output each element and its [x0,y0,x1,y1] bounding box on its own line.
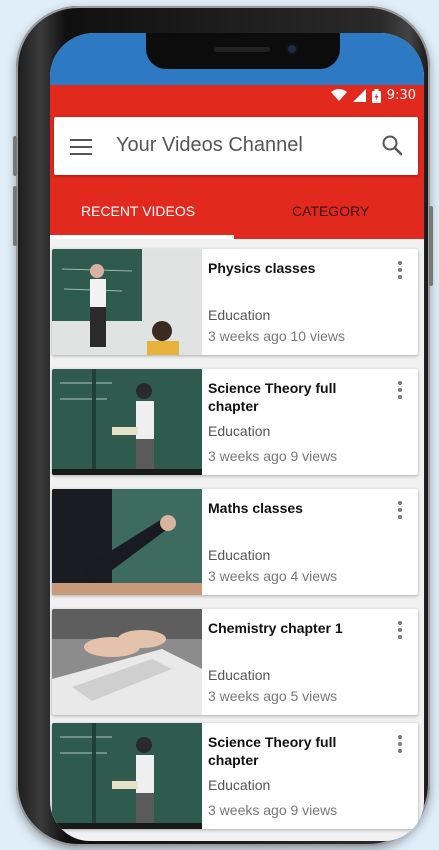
speaker-grille [214,47,270,52]
video-views: 10 views [290,328,345,344]
signal-icon [352,89,366,102]
tab-indicator [50,235,234,239]
app-title: Your Videos Channel [116,134,303,156]
video-thumbnail[interactable] [52,609,202,715]
video-meta: 3 weeks ago 5 views [208,688,337,704]
screen-top-area [50,33,424,85]
video-age: 3 weeks ago [208,328,287,344]
power-button [429,206,433,286]
wifi-icon [330,89,347,101]
video-card[interactable]: Physics classes Education 3 weeks ago 10… [52,249,418,355]
video-meta: 3 weeks ago 9 views [208,448,337,464]
video-category: Education [208,547,271,563]
video-thumbnail[interactable] [52,369,202,475]
hamburger-menu-icon[interactable] [70,139,92,155]
video-thumbnail[interactable] [52,489,202,595]
front-camera [286,43,298,55]
search-icon[interactable] [380,133,404,157]
video-category: Education [208,777,271,793]
video-title[interactable]: Science Theory full chapter [208,733,376,769]
battery-icon [371,88,381,103]
video-title[interactable]: Maths classes [208,499,376,517]
video-age: 3 weeks ago [208,688,287,704]
video-card[interactable]: Chemistry chapter 1 Education 3 weeks ag… [52,609,418,715]
notch [146,33,340,69]
video-views: 4 views [290,568,338,584]
video-views: 5 views [290,688,338,704]
video-meta: 3 weeks ago 9 views [208,802,337,818]
video-title[interactable]: Science Theory full chapter [208,379,376,415]
more-options-icon[interactable] [398,501,402,519]
video-category: Education [208,423,271,439]
more-options-icon[interactable] [398,381,402,399]
video-title[interactable]: Chemistry chapter 1 [208,619,376,637]
video-meta: 3 weeks ago 10 views [208,328,345,344]
more-options-icon[interactable] [398,735,402,753]
volume-button [13,136,17,176]
video-category: Education [208,667,271,683]
tab-category[interactable]: CATEGORY [292,203,369,219]
video-thumbnail[interactable] [52,249,202,355]
video-age: 3 weeks ago [208,568,287,584]
video-thumbnail[interactable] [52,723,202,829]
video-meta: 3 weeks ago 4 views [208,568,337,584]
phone-frame: 9:30 Your Videos Channel RECENT VIDEOS C… [13,6,433,846]
status-bar: 9:30 [50,85,424,109]
phone-screen: 9:30 Your Videos Channel RECENT VIDEOS C… [50,33,424,841]
video-age: 3 weeks ago [208,448,287,464]
more-options-icon[interactable] [398,261,402,279]
video-category: Education [208,307,271,323]
video-card[interactable]: Science Theory full chapter Education 3 … [52,369,418,475]
video-title[interactable]: Physics classes [208,259,376,277]
video-card[interactable]: Maths classes Education 3 weeks ago 4 vi… [52,489,418,595]
more-options-icon[interactable] [398,621,402,639]
status-time: 9:30 [386,88,416,103]
search-bar[interactable]: Your Videos Channel [54,117,418,175]
volume-button-lower [13,186,17,246]
video-card[interactable]: Science Theory full chapter Education 3 … [52,723,418,829]
video-age: 3 weeks ago [208,802,287,818]
video-views: 9 views [290,448,338,464]
video-views: 9 views [290,802,338,818]
tab-recent-videos[interactable]: RECENT VIDEOS [81,203,195,219]
